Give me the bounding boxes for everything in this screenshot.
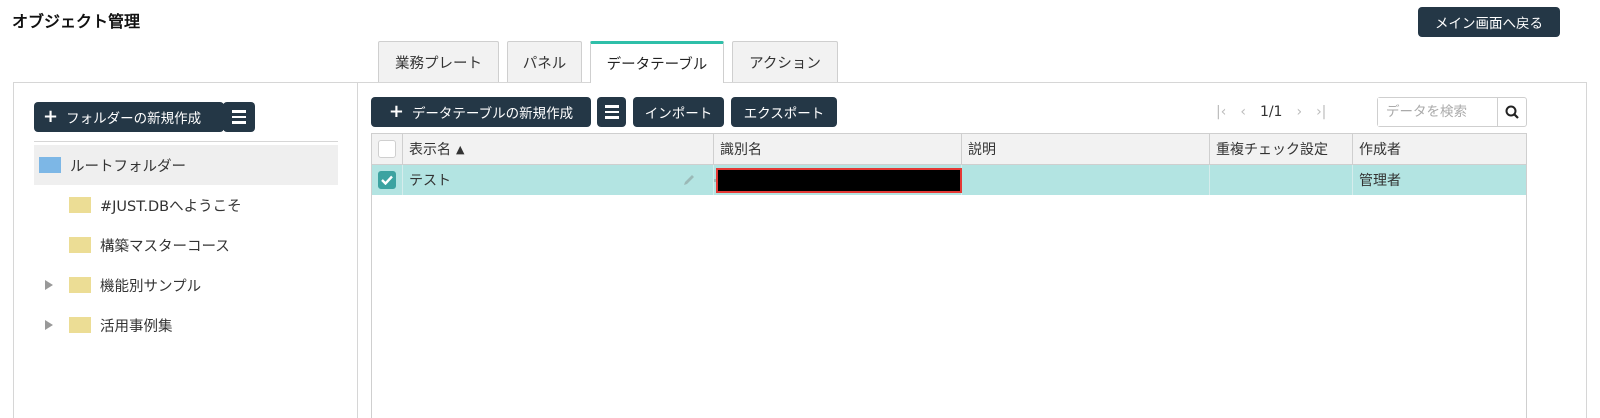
table-header: 表示名 ▲ 識別名 説明 重複チェック設定 作成者: [372, 134, 1526, 165]
display-name-cell: テスト: [403, 165, 727, 195]
tree-item-label: #JUST.DBへようこそ: [100, 198, 242, 215]
column-header-duplicate-check[interactable]: 重複チェック設定: [1210, 134, 1353, 164]
creator-cell: 管理者: [1359, 173, 1401, 189]
tree-item-label: ルートフォルダー: [70, 158, 186, 175]
column-header-display-name[interactable]: 表示名 ▲: [403, 134, 714, 164]
sort-ascending-icon: ▲: [456, 142, 465, 156]
row-checkbox[interactable]: [378, 171, 396, 189]
back-to-main-button[interactable]: メイン画面へ戻る: [1418, 7, 1560, 37]
tree-item-label: 活用事例集: [100, 318, 173, 335]
tab-action[interactable]: アクション: [732, 41, 838, 82]
prev-page-icon[interactable]: ‹: [1240, 104, 1246, 120]
hamburger-icon: [604, 105, 619, 108]
data-table-grid: 表示名 ▲ 識別名 説明 重複チェック設定 作成者 テスト 管理者: [371, 133, 1527, 418]
page-title: オブジェクト管理: [12, 12, 141, 31]
divider: [34, 141, 338, 142]
column-header-creator[interactable]: 作成者: [1353, 134, 1526, 164]
new-data-table-button[interactable]: + データテーブルの新規作成: [371, 97, 591, 127]
search-icon: [1505, 105, 1519, 119]
tree-item-feature-samples[interactable]: 機能別サンプル: [34, 265, 338, 305]
edit-pencil-icon[interactable]: [682, 173, 696, 187]
tree-item-root-folder[interactable]: ルートフォルダー: [34, 145, 338, 185]
folder-icon: [69, 277, 91, 293]
pager: |‹ ‹ 1/1 › ›|: [1216, 97, 1326, 127]
folder-menu-button[interactable]: [223, 102, 255, 132]
table-row[interactable]: テスト 管理者: [372, 165, 1526, 195]
next-page-icon[interactable]: ›: [1296, 104, 1302, 120]
new-data-table-label: データテーブルの新規作成: [411, 106, 574, 122]
expand-caret-icon[interactable]: [45, 280, 53, 290]
row-select-cell: [372, 165, 403, 195]
plus-icon: +: [388, 101, 404, 122]
tree-item-label: 構築マスターコース: [100, 238, 230, 255]
hamburger-icon: [232, 110, 246, 113]
data-table-main: + データテーブルの新規作成 インポート エクスポート |‹ ‹ 1/1 › ›…: [358, 83, 1588, 418]
tree-item-master-course[interactable]: 構築マスターコース: [34, 225, 338, 265]
search-box: [1377, 97, 1527, 127]
folder-icon: [39, 157, 61, 173]
checkmark-icon: [381, 175, 393, 185]
duplicate-check-cell: [1210, 165, 1353, 195]
page-count: 1/1: [1259, 104, 1283, 120]
tab-bar: 業務プレート パネル データテーブル アクション: [378, 41, 846, 83]
description-cell: [962, 165, 1210, 195]
expand-caret-icon[interactable]: [45, 320, 53, 330]
import-button[interactable]: インポート: [633, 97, 724, 127]
tree-item-label: 機能別サンプル: [100, 278, 202, 295]
tree-item-use-cases[interactable]: 活用事例集: [34, 305, 338, 345]
redacted-identifier-box: [716, 168, 962, 193]
table-menu-button[interactable]: [597, 97, 626, 127]
select-all-cell: [372, 134, 403, 164]
content-panel: + フォルダーの新規作成 ルートフォルダー #JUST.DBへようこそ 構築マス…: [13, 82, 1587, 418]
select-all-checkbox[interactable]: [378, 140, 396, 158]
tab-panel[interactable]: パネル: [507, 41, 582, 82]
folder-sidebar: + フォルダーの新規作成 ルートフォルダー #JUST.DBへようこそ 構築マス…: [14, 83, 358, 418]
search-button[interactable]: [1497, 98, 1526, 126]
last-page-icon[interactable]: ›|: [1316, 104, 1326, 120]
folder-icon: [69, 237, 91, 253]
column-header-identifier[interactable]: 識別名: [714, 134, 962, 164]
first-page-icon[interactable]: |‹: [1216, 104, 1226, 120]
export-button[interactable]: エクスポート: [731, 97, 837, 127]
plus-icon: +: [43, 106, 59, 127]
folder-icon: [69, 197, 91, 213]
folder-icon: [69, 317, 91, 333]
new-folder-label: フォルダーの新規作成: [66, 111, 202, 127]
tree-item-welcome[interactable]: #JUST.DBへようこそ: [34, 185, 338, 225]
tab-business-plate[interactable]: 業務プレート: [378, 41, 499, 82]
new-folder-button[interactable]: + フォルダーの新規作成: [34, 102, 224, 132]
search-input[interactable]: [1378, 98, 1497, 126]
column-header-description[interactable]: 説明: [962, 134, 1210, 164]
tab-data-table[interactable]: データテーブル: [590, 41, 724, 83]
